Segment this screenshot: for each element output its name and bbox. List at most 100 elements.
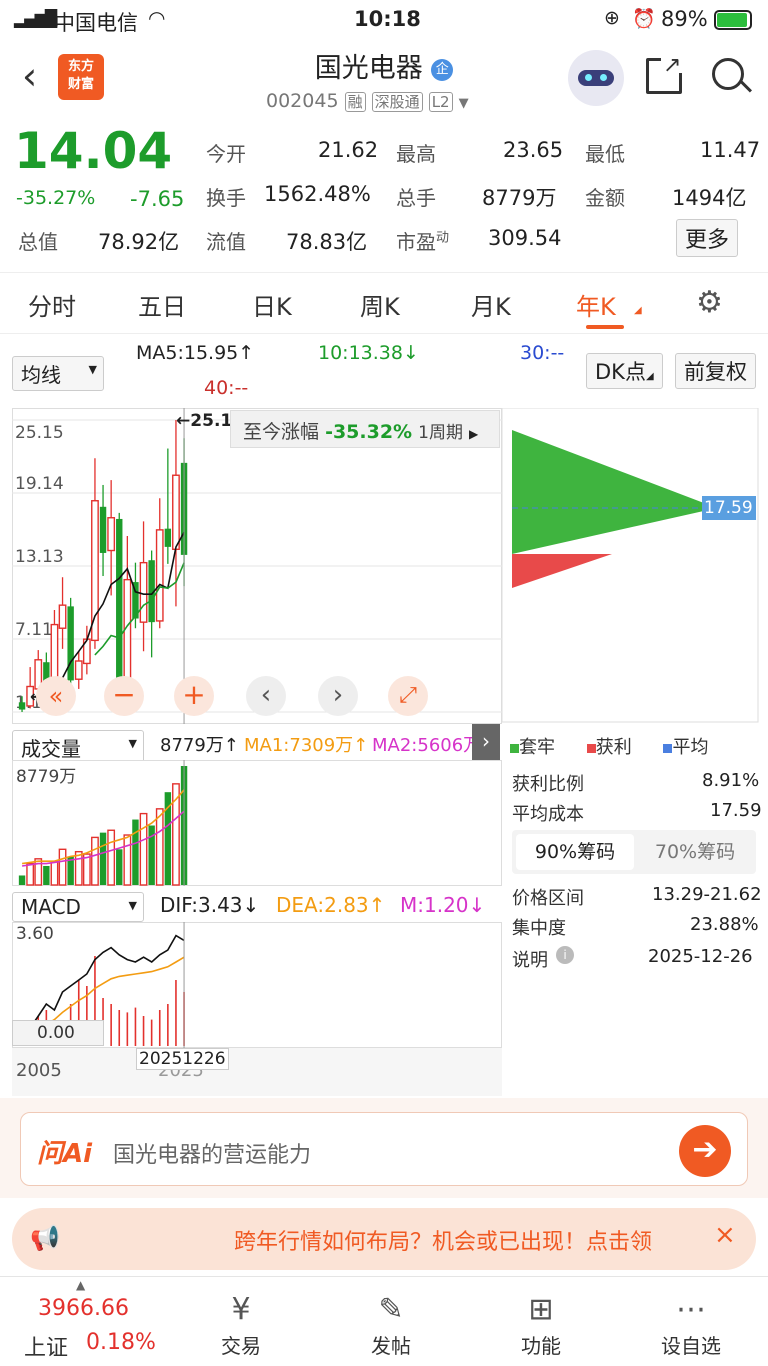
chip-tabs: 90%筹码 70%筹码 — [512, 830, 756, 874]
tab-month-k[interactable]: 月K — [471, 287, 511, 322]
stock-code-row[interactable]: 002045 融 深股通 L2 ▼ — [266, 90, 469, 112]
promo-close-icon[interactable]: × — [714, 1220, 736, 1250]
price-adjust-button[interactable]: 前复权 — [675, 353, 756, 389]
signal-icon: ▂▄▆█ — [14, 9, 57, 28]
nav-post[interactable]: ✎ 发帖 — [336, 1290, 446, 1359]
alarm-icon: ⏰ — [632, 8, 656, 30]
info-icon[interactable]: i — [556, 946, 574, 964]
open-value: 21.62 — [318, 138, 379, 162]
change-percent: -35.27% — [16, 187, 96, 209]
y-tick-label: 7.11 — [15, 620, 53, 640]
tab-five-day[interactable]: 五日 — [138, 287, 186, 322]
index-expand-icon[interactable]: ▲ — [76, 1278, 85, 1292]
tab-year-k[interactable]: 年K — [576, 287, 616, 322]
turnover-value: 1562.48% — [264, 182, 371, 206]
profit-ratio-label: 获利比例 — [512, 774, 584, 795]
robot-avatar-icon[interactable] — [568, 50, 624, 106]
ma-select[interactable]: 均线 ▼ — [12, 356, 104, 391]
more-button[interactable]: 更多 — [676, 219, 739, 257]
more-dots-icon: ⋯ — [676, 1292, 706, 1327]
avg-cost-marker: 17.59 — [704, 498, 753, 518]
wifi-icon: ◠ — [148, 6, 166, 30]
index-value[interactable]: 3966.66 — [38, 1296, 129, 1321]
scroll-right-icon[interactable]: › — [318, 676, 358, 716]
float-value-label: 流值 — [206, 230, 246, 254]
candle-body — [172, 474, 180, 551]
stock-name: 国光电器 — [314, 53, 423, 84]
cursor-date-label: 20251226 — [136, 1048, 229, 1070]
volume-bar — [26, 862, 35, 886]
candle-body — [58, 604, 67, 629]
avg-cost-label: 平均成本 — [512, 804, 584, 825]
lock-rotation-icon: ⊕ — [604, 7, 620, 29]
nav-add-watchlist[interactable]: ⋯ 设自选 — [636, 1290, 746, 1359]
dk-point-button[interactable]: DK点◢ — [586, 353, 663, 389]
grid-icon: ⊞ — [528, 1292, 554, 1327]
high-label: 最高 — [396, 142, 436, 166]
volume-bar — [18, 875, 26, 885]
pe-label: 市盈动 — [396, 230, 450, 254]
expand-panel-icon[interactable]: › — [472, 724, 500, 760]
index-change[interactable]: 0.18% — [86, 1330, 156, 1355]
enterprise-badge: 企 — [431, 59, 454, 81]
promo-text: 跨年行情如何布局？机会或已出现！点击领 — [234, 1230, 653, 1255]
volume-bar — [99, 832, 107, 885]
note-date: 2025-12-26 — [648, 946, 753, 967]
tab-week-k[interactable]: 周K — [360, 287, 400, 322]
candle-body — [116, 518, 123, 682]
change-amount: -7.65 — [130, 187, 185, 211]
search-icon[interactable] — [712, 58, 753, 93]
chip-distribution-chart — [502, 408, 759, 723]
ai-section: 问Ai 国光电器的营运能力 ➔ — [0, 1098, 768, 1198]
rewind-icon[interactable]: « — [36, 676, 76, 716]
ai-input[interactable]: 问Ai 国光电器的营运能力 ➔ — [20, 1112, 748, 1186]
chip-tab-70[interactable]: 70%筹码 — [636, 834, 754, 870]
volume-bar — [139, 812, 148, 886]
total-value: 78.92亿 — [98, 230, 180, 254]
scroll-left-icon[interactable]: ‹ — [246, 676, 286, 716]
y-tick-label: 19.14 — [15, 474, 64, 494]
volume-bar — [123, 834, 132, 886]
low-label: 最低 — [585, 142, 625, 166]
price-range-label: 价格区间 — [512, 888, 584, 909]
y-tick-label: 13.13 — [15, 547, 64, 567]
tab-intraday[interactable]: 分时 — [28, 287, 76, 322]
change-banner[interactable]: 至今涨幅 -35.32% 1周期 ▶ — [230, 410, 500, 448]
period-tabs: 分时 五日 日K 周K 月K 年K ◢ ⚙ — [0, 272, 768, 334]
zoom-out-icon[interactable]: − — [104, 676, 144, 716]
index-name[interactable]: 上证 — [24, 1330, 68, 1362]
quote-panel: 14.04 -35.27% -7.65 总值 78.92亿 今开 21.62 最… — [0, 120, 768, 270]
chip-legend: 套牢 获利 平均 — [510, 733, 760, 759]
volume-axis-label: 8779万 — [16, 767, 77, 787]
chip-tab-90[interactable]: 90%筹码 — [516, 834, 634, 870]
status-bar: ▂▄▆█ 中国电信 ◠ 10:18 ⊕ ⏰ 89% — [0, 0, 768, 40]
turnover-label: 换手 — [206, 186, 246, 210]
x-axis-filler — [502, 1048, 760, 1096]
volume-chart[interactable] — [12, 760, 502, 886]
nav-trade[interactable]: ¥ 交易 — [186, 1290, 296, 1359]
nav-functions[interactable]: ⊞ 功能 — [486, 1290, 596, 1359]
volume-bar — [91, 836, 99, 886]
open-label: 今开 — [206, 142, 246, 166]
volume-bar — [155, 808, 164, 886]
promo-banner[interactable]: 📢 跨年行情如何布局？机会或已出现！点击领 × — [12, 1208, 756, 1270]
clock: 10:18 — [354, 7, 421, 31]
ai-send-arrow-icon[interactable]: ➔ — [679, 1125, 731, 1177]
candle-body — [18, 702, 26, 710]
ai-logo: 问Ai — [37, 1139, 93, 1169]
volume-bar — [116, 849, 123, 885]
settings-gear-icon[interactable]: ⚙ — [696, 285, 723, 320]
high-marker: ←25.1 — [176, 411, 232, 431]
candlestick-chart[interactable]: 25.1519.1413.137.111.10←25.1←10 — [12, 408, 502, 724]
fullscreen-icon[interactable]: ⤢ — [388, 676, 428, 716]
tab-day-k[interactable]: 日K — [252, 287, 292, 322]
ma40-value: 40:-- — [204, 377, 249, 399]
share-icon[interactable]: ↗ — [646, 51, 683, 94]
macd-zero-label: 0.00 — [12, 1020, 104, 1046]
carrier-label: 中国电信 — [54, 11, 138, 35]
macd-indicator-select[interactable]: MACD ▼ — [12, 892, 144, 922]
volume-value: 8779万 — [482, 186, 557, 210]
zoom-in-icon[interactable]: + — [174, 676, 214, 716]
last-price: 14.04 — [14, 122, 173, 180]
volume-bar — [50, 860, 59, 886]
